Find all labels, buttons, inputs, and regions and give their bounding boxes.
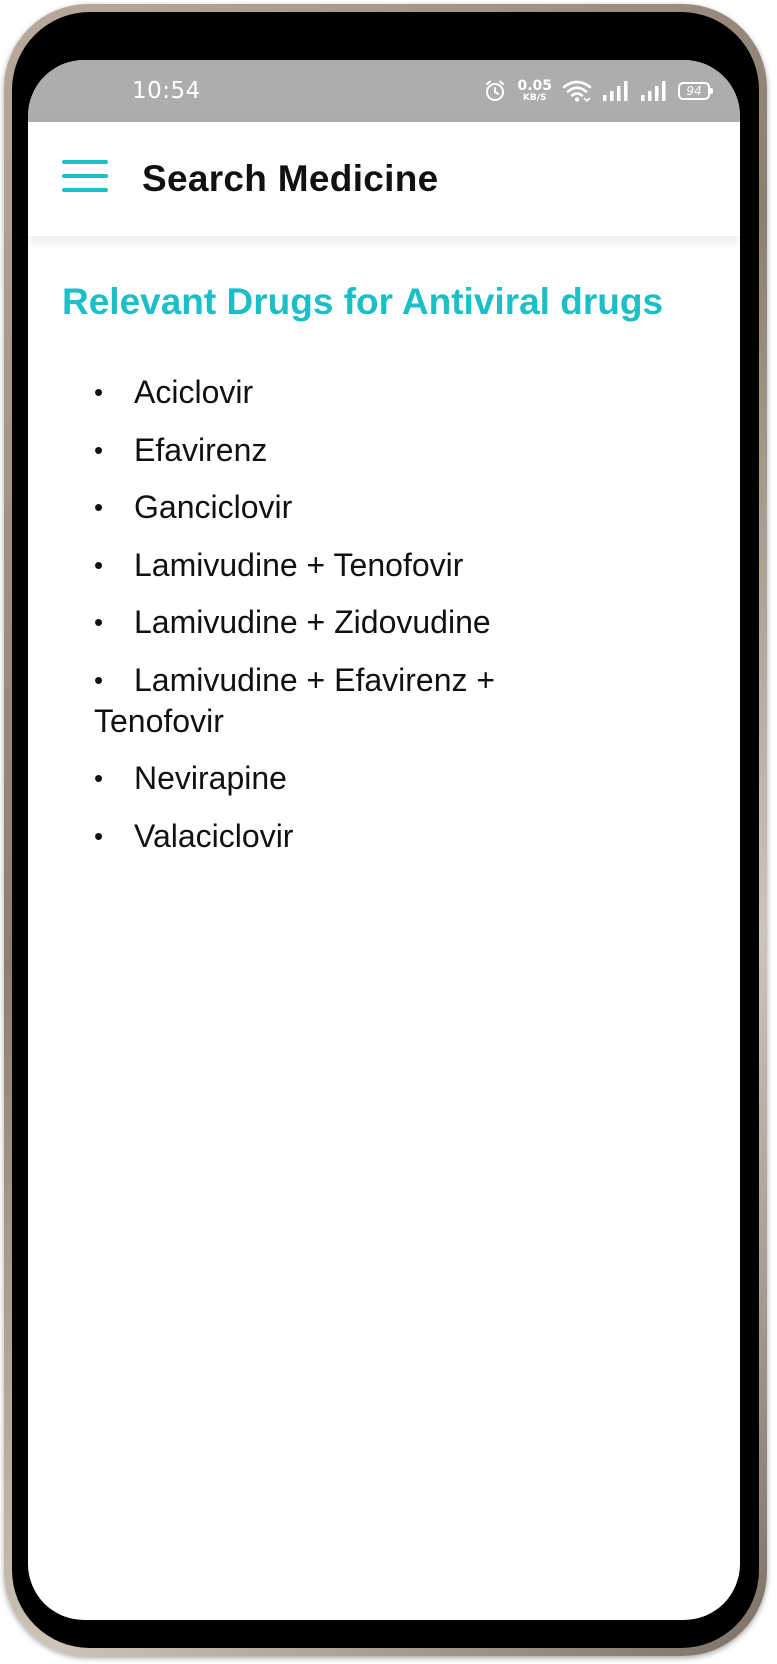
hamburger-menu-icon[interactable] (62, 158, 110, 198)
menu-bar-middle (62, 174, 108, 178)
drug-list-item[interactable]: • Lamivudine + Zidovudine (94, 602, 544, 643)
section-heading: Relevant Drugs for Antiviral drugs (62, 281, 664, 322)
drug-list: • Aciclovir • Efavirenz • Ganciclovir • Lami… (94, 372, 544, 873)
drug-name: Lamivudine + Zidovudine (134, 604, 491, 640)
bullet-icon: • (94, 763, 104, 793)
status-time: 10:54 (132, 78, 201, 104)
status-bar: 10:54 0.05 KB/S 94 (28, 60, 740, 122)
drug-list-item[interactable]: • Valaciclovir (94, 816, 544, 857)
drug-list-item[interactable]: • Aciclovir (94, 372, 544, 413)
drug-name: Lamivudine + Efavirenz + Tenofovir (94, 661, 496, 739)
alarm-clock-icon (486, 80, 505, 101)
battery-level: 94 (686, 84, 702, 98)
network-speed-unit: KB/S (522, 93, 547, 103)
device-stage: 10:54 0.05 KB/S 94 Search Medicine Relev… (0, 0, 777, 1664)
menu-bar-bottom (62, 188, 108, 192)
drug-list-item[interactable]: • Lamivudine + Efavirenz + Tenofovir (94, 660, 544, 742)
bullet-icon: • (94, 820, 104, 851)
drug-name: Efavirenz (134, 431, 268, 468)
bullet-icon: • (94, 607, 104, 637)
menu-bar-top (62, 160, 108, 164)
drug-name: Nevirapine (134, 760, 287, 796)
bullet-icon: • (94, 434, 104, 465)
drug-list-item[interactable]: • Lamivudine + Tenofovir (94, 545, 544, 586)
bullet-icon: • (94, 492, 104, 522)
drug-name: Lamivudine + Tenofovir (134, 546, 464, 583)
app-bar: Search Medicine (28, 122, 740, 236)
signal-strength-icon (603, 81, 628, 101)
drug-list-item[interactable]: • Ganciclovir (94, 487, 544, 528)
drug-list-item[interactable]: • Nevirapine (94, 758, 544, 799)
bullet-icon: • (94, 377, 104, 407)
bullet-icon: • (94, 549, 104, 580)
drug-name: Aciclovir (134, 374, 254, 410)
bullet-icon: • (94, 664, 104, 695)
drug-name: Valaciclovir (134, 817, 294, 854)
network-speed-value: 0.05 (517, 78, 552, 94)
drug-list-item[interactable]: • Efavirenz (94, 430, 544, 471)
signal-strength-icon-sim2 (641, 81, 666, 101)
battery-icon: 94 (678, 82, 713, 100)
network-speed-indicator: 0.05 KB/S (517, 79, 552, 103)
phone-screen: 10:54 0.05 KB/S 94 Search Medicine Relev… (28, 60, 740, 1620)
status-icons: 0.05 KB/S 94 (483, 77, 713, 105)
wifi-icon (562, 80, 592, 103)
page-title: Search Medicine (142, 158, 439, 199)
drug-name: Ganciclovir (134, 489, 293, 525)
